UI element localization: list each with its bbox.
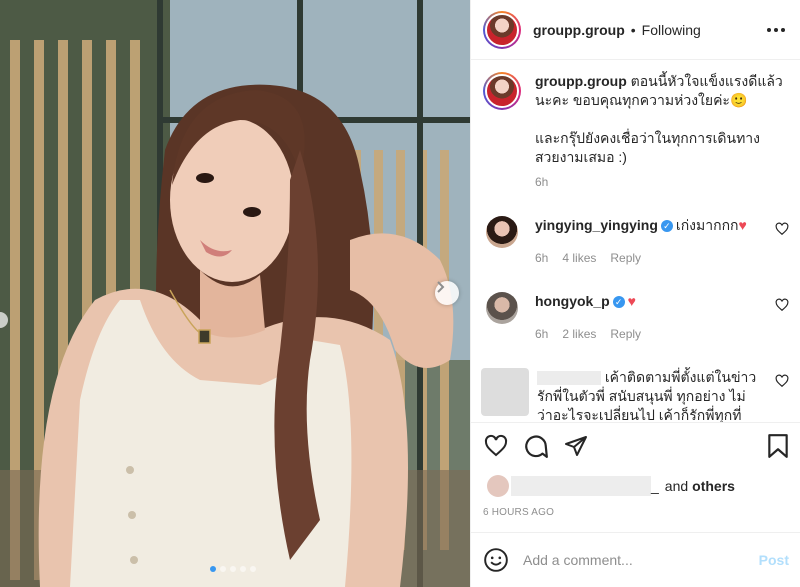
redacted-username [537,371,601,386]
carousel-dot [240,566,246,572]
comment-item: hongyok_p ✓ ♥ 6h 2 likes Reply [483,292,789,344]
carousel-dot [230,566,236,572]
comment-heart-icon[interactable] [775,298,789,312]
carousel-dot [210,566,216,572]
bookmark-icon[interactable] [767,433,789,459]
carousel-dot [250,566,256,572]
liked-by-and: and [664,478,689,494]
comment-heart-icon[interactable] [775,374,789,388]
red-heart-emoji: ♥ [738,217,747,233]
caption-body: groupp.group ตอนนี้หัวใจแข็งแรงดีแล้วนะค… [535,72,789,192]
add-comment-bar: Post [471,532,800,587]
comment-time: 6h [535,251,549,265]
post-photo[interactable] [0,0,470,587]
following-button[interactable]: Following [642,22,701,38]
caption-text-2: และกรุ๊ปยังคงเชื่อว่าในทุกการเดินทางสวยง… [535,130,761,165]
comment-likes[interactable]: 4 likes [562,249,596,268]
caption-avatar[interactable] [483,72,521,110]
caption-time: 6h [535,175,549,189]
comment-username[interactable]: hongyok_p [535,293,610,309]
emoji-icon[interactable] [483,547,509,573]
post-actions: _ and others 6 HOURS AGO [471,422,800,518]
post-caption: groupp.group ตอนนี้หัวใจแข็งแรงดีแล้วนะค… [483,72,789,192]
comment-item: yingying_yingying ✓ เก่งมากกก♥ 6h 4 likes … [483,216,789,268]
comment-text: เก่งมากกก [675,217,739,233]
liked-by-separator: _ [651,478,659,494]
liker-avatar [487,475,509,497]
comment-avatar[interactable] [486,292,518,324]
header-separator: • [630,21,636,38]
liked-by-others-link[interactable]: others [692,478,735,494]
photo-illustration [0,0,470,587]
more-options-icon[interactable] [764,18,788,42]
comment-icon[interactable] [523,433,549,459]
comment-avatar-redacted [481,368,529,416]
redacted-liker-name [511,476,651,496]
comment-time: 6h [535,327,549,341]
verified-badge-icon: ✓ [612,296,625,309]
liked-by-row: _ and others [487,475,789,497]
reply-button[interactable]: Reply [610,325,641,344]
chevron-right-icon [437,281,445,293]
author-avatar[interactable] [483,10,521,49]
carousel-dots [210,566,256,572]
post-timestamp[interactable]: 6 HOURS AGO [483,507,789,518]
heart-icon[interactable] [483,434,509,458]
comment-username[interactable]: yingying_yingying [535,217,658,233]
comments-list[interactable]: groupp.group ตอนนี้หัวใจแข็งแรงดีแล้วนะค… [471,60,800,422]
carousel-next-button[interactable] [435,281,459,305]
red-heart-emoji: ♥ [627,293,636,309]
comment-likes[interactable]: 2 likes [562,325,596,344]
post-side-panel: groupp.group • Following groupp.group ตอ… [470,0,800,587]
reply-button[interactable]: Reply [610,249,641,268]
author-username[interactable]: groupp.group [533,22,625,38]
comment-avatar[interactable] [486,216,518,248]
add-comment-input[interactable] [523,552,759,568]
caption-username[interactable]: groupp.group [535,73,627,89]
share-icon[interactable] [563,434,589,458]
post-comment-button[interactable]: Post [759,552,789,568]
verified-badge-icon: ✓ [660,220,673,233]
comment-item: เค้าติดตามพี่ตั้งแต่ในข่าว รักพี่ในตัวพี… [481,368,789,422]
post-header: groupp.group • Following [471,0,800,60]
carousel-dot [220,566,226,572]
comment-heart-icon[interactable] [775,222,789,236]
